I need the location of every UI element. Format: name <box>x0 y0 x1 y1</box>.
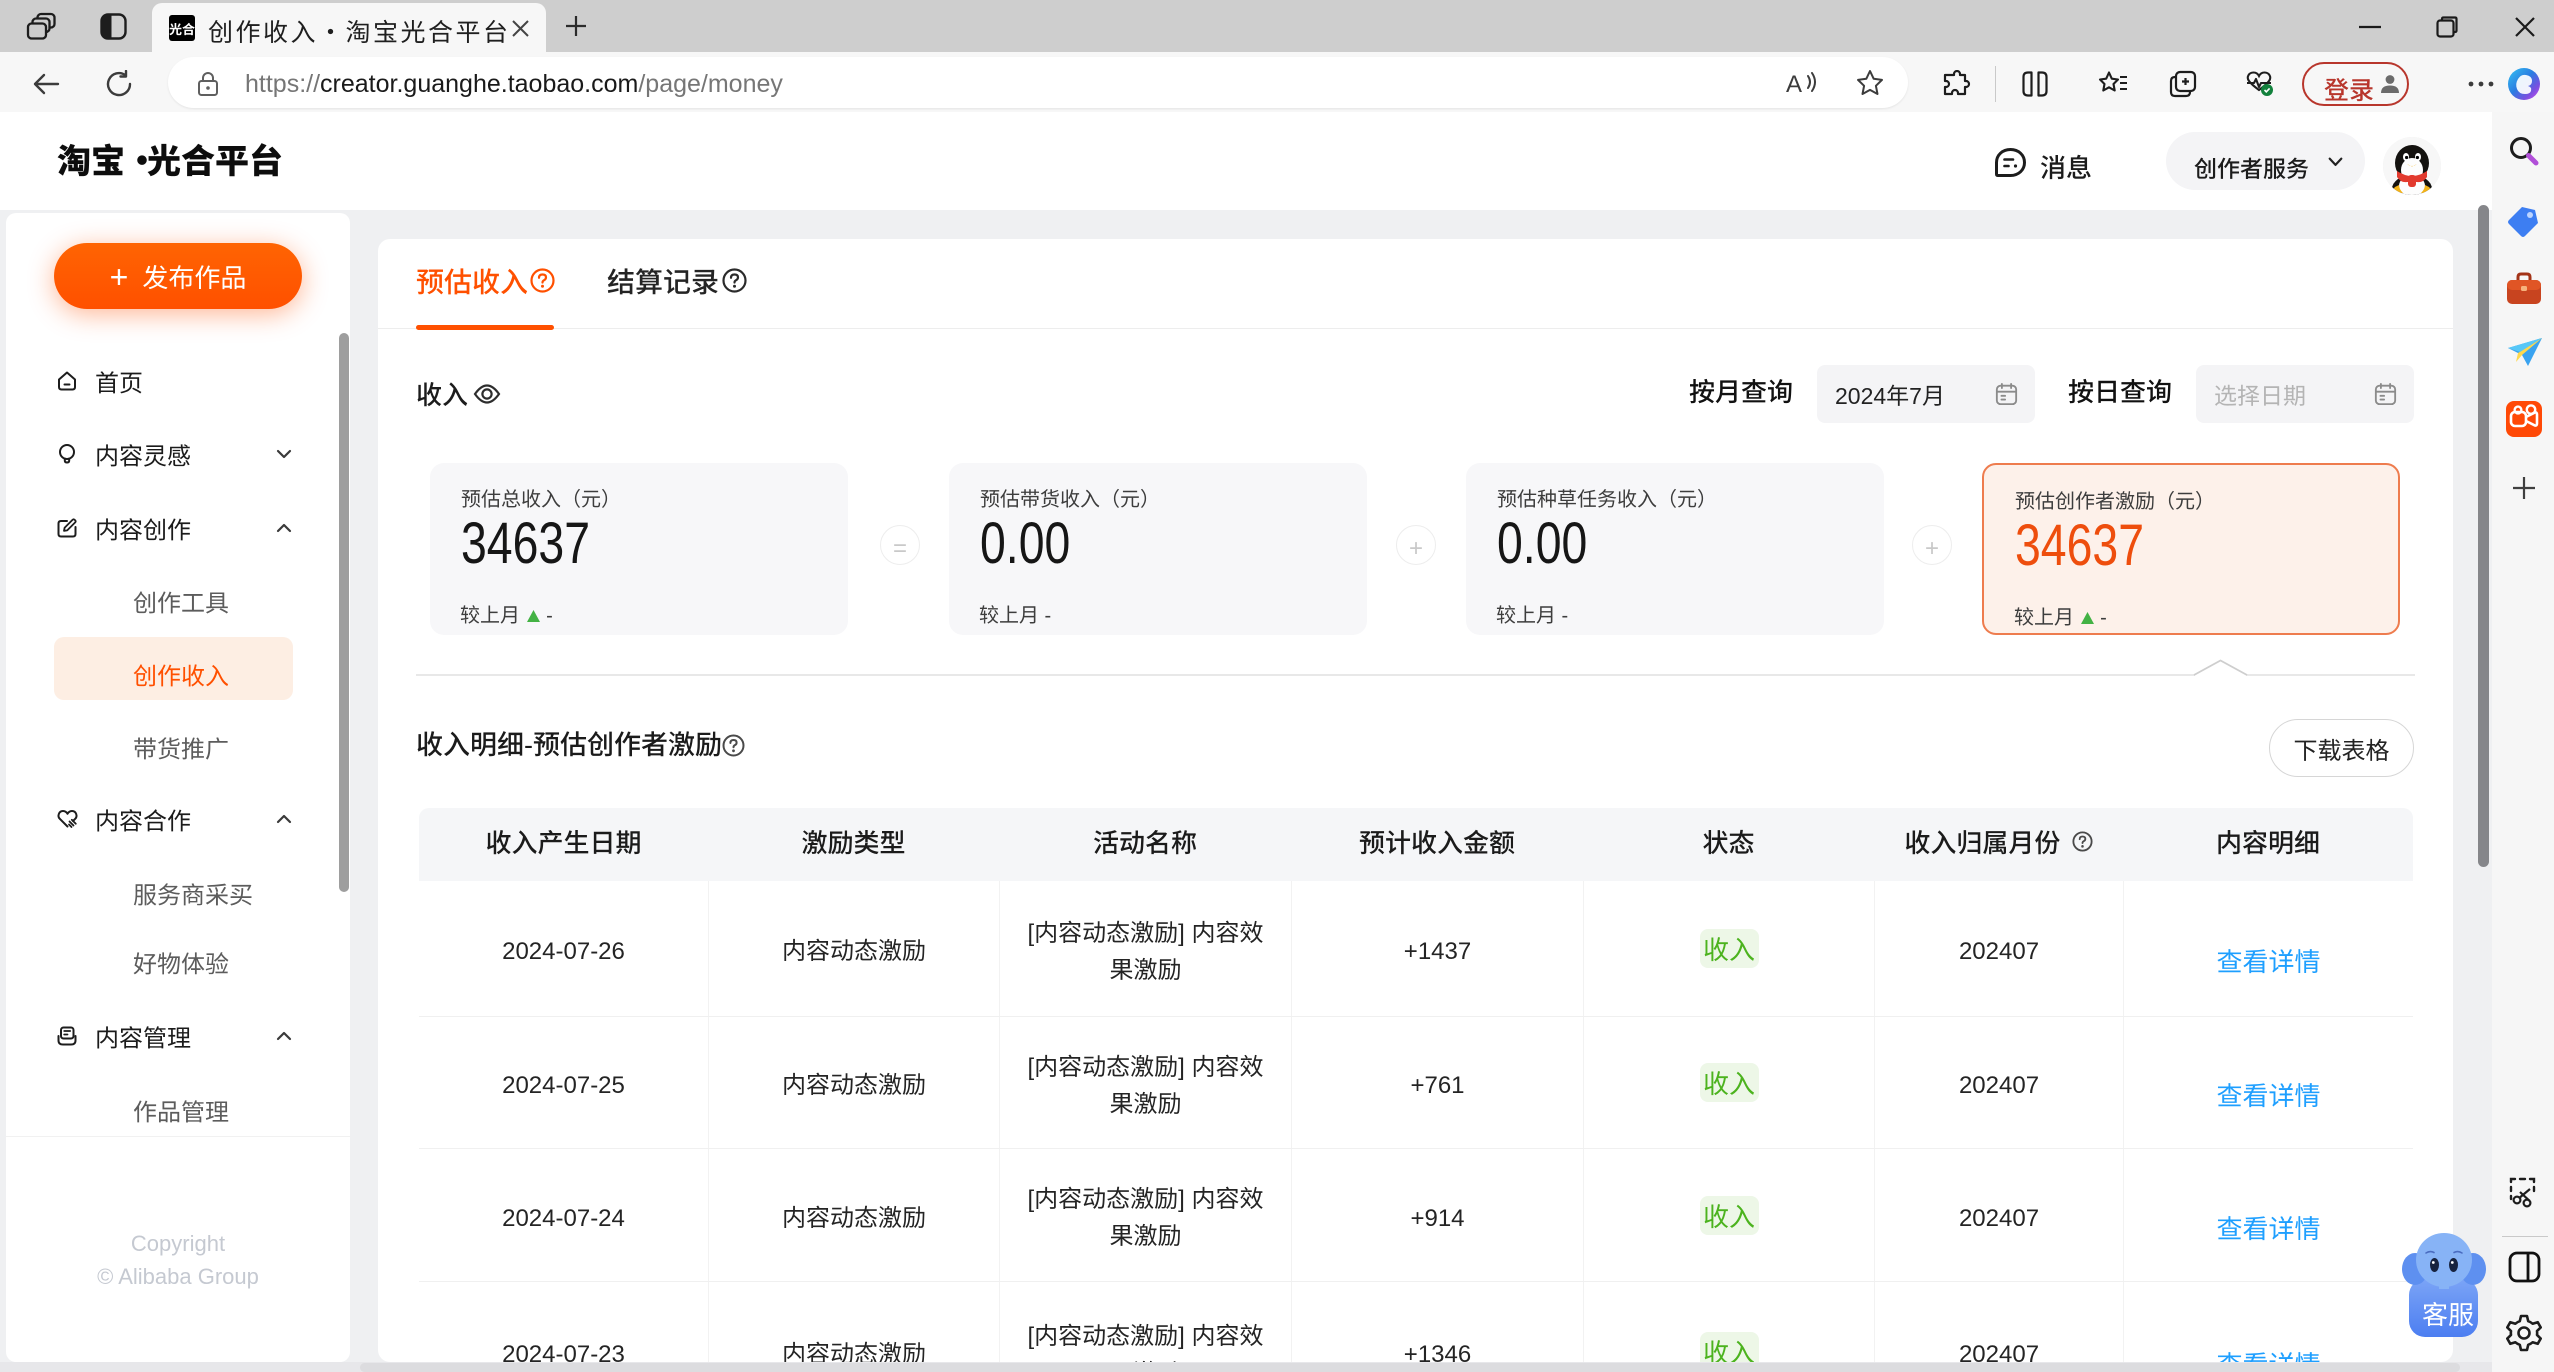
svg-text:A: A <box>1786 71 1802 98</box>
